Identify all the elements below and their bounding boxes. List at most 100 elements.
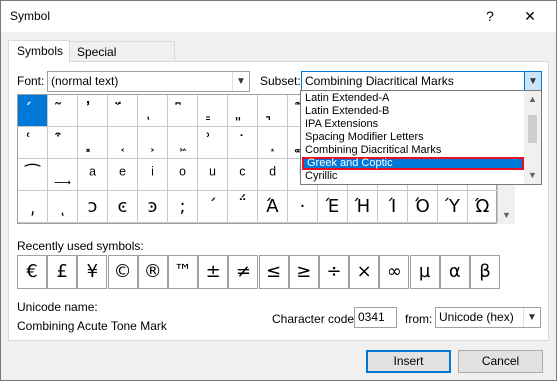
symbol-cell[interactable]: ͖ (168, 127, 198, 159)
subset-option[interactable]: Cyrillic (302, 170, 524, 183)
recently-used-label: Recently used symbols: (17, 239, 144, 253)
symbol-cell[interactable]: ͉ (258, 95, 288, 127)
scroll-up-icon[interactable]: ▲ (524, 91, 541, 108)
from-label: from: (405, 312, 433, 326)
symbol-cell[interactable]: ͔ (108, 127, 138, 159)
symbol-cell[interactable]: ͂ (48, 95, 78, 127)
symbol-cell[interactable]: ͻ (78, 191, 108, 223)
subset-option[interactable]: Spacing Modifier Letters (302, 131, 524, 144)
font-label: Font: (17, 74, 45, 88)
symbol-cell[interactable]: Ώ (468, 191, 498, 223)
character-code-label: Character code: (272, 312, 358, 326)
subset-option[interactable]: Greek and Coptic (302, 157, 524, 170)
chevron-down-icon[interactable]: ▼ (232, 72, 249, 91)
recent-symbol[interactable]: € (17, 255, 47, 289)
symbol-cell[interactable]: ͑ (18, 127, 48, 159)
recent-symbol[interactable]: ± (198, 255, 229, 289)
tab-strip: Symbols Special Characters (8, 40, 548, 79)
symbol-cell[interactable]: ͙ (258, 127, 288, 159)
subset-select-value: Combining Diacritical Marks (305, 74, 454, 88)
subset-option[interactable]: IPA Extensions (302, 118, 524, 131)
font-select[interactable]: (normal text) ▼ (47, 71, 250, 92)
window-title: Symbol (10, 9, 51, 23)
title-bar: Symbol ? ✕ (1, 1, 556, 32)
symbol-cell[interactable]: ͣ (78, 159, 108, 191)
symbol-cell[interactable]: Ύ (438, 191, 468, 223)
scroll-down-icon[interactable]: ▼ (498, 207, 515, 224)
subset-dropdown-list: ▲ ▼ Latin Extended-A Latin Extended-B IPA … (300, 90, 542, 185)
symbol-cell[interactable]: ͅ (138, 95, 168, 127)
subset-dropdown-scrollbar[interactable]: ▲ ▼ (524, 91, 541, 184)
recently-used-symbols: € £ ¥ © ® ™ ± ≠ ≤ ≥ ÷ × ∞ µ α β (17, 255, 501, 289)
symbol-dialog: Symbol ? ✕ Symbols Special Characters Fo… (0, 0, 557, 381)
symbol-cell[interactable]: ́ (18, 95, 48, 127)
symbol-cell[interactable]: ͒ (48, 127, 78, 159)
symbol-cell[interactable]: Ί (378, 191, 408, 223)
scrollbar-thumb[interactable] (528, 115, 537, 143)
symbol-cell[interactable]: ̓ (78, 95, 108, 127)
symbol-cell[interactable]: ͼ (108, 191, 138, 223)
symbol-cell[interactable]: ͦ (168, 159, 198, 191)
recent-symbol[interactable]: ÷ (319, 255, 349, 289)
symbol-cell[interactable]: ͺ (48, 191, 78, 223)
symbol-cell[interactable]: ; (168, 191, 198, 223)
chevron-down-icon[interactable]: ▼ (523, 308, 540, 327)
symbol-cell[interactable]: ͓ (78, 127, 108, 159)
subset-label: Subset: (260, 74, 301, 88)
recent-symbol[interactable]: β (470, 255, 500, 289)
recent-symbol[interactable]: ≤ (258, 255, 289, 289)
symbol-cell[interactable]: ͇ (198, 95, 228, 127)
symbol-cell[interactable]: ͗ (198, 127, 228, 159)
subset-option[interactable]: Latin Extended-B (302, 105, 524, 118)
recent-symbol[interactable]: ≠ (228, 255, 259, 289)
symbol-cell[interactable]: ͩ (258, 159, 288, 191)
subset-option[interactable]: Combining Diacritical Marks (302, 144, 524, 157)
character-code-input[interactable]: 0341 (354, 307, 397, 328)
subset-option[interactable]: Latin Extended-A (302, 92, 524, 105)
symbol-cell[interactable]: · (288, 191, 318, 223)
recent-symbol[interactable]: ≥ (288, 255, 319, 289)
recent-symbol[interactable]: © (107, 255, 138, 289)
symbol-cell[interactable]: ͡ (18, 159, 48, 191)
cancel-button[interactable]: Cancel (458, 350, 543, 373)
symbol-cell[interactable]: ͢ (48, 159, 78, 191)
symbol-cell[interactable]: ͵ (18, 191, 48, 223)
symbol-cell[interactable]: Ά (258, 191, 288, 223)
symbol-cell[interactable]: ͆ (168, 95, 198, 127)
recent-symbol[interactable]: ™ (168, 255, 198, 289)
symbol-cell[interactable]: ͘ (228, 127, 258, 159)
recent-symbol[interactable]: £ (47, 255, 78, 289)
symbol-cell[interactable]: ͥ (138, 159, 168, 191)
symbol-cell[interactable]: Ή (348, 191, 378, 223)
symbol-cell[interactable]: Ό (408, 191, 438, 223)
from-select[interactable]: Unicode (hex) ▼ (435, 307, 541, 328)
symbol-cell[interactable]: ΅ (228, 191, 258, 223)
tab-symbols[interactable]: Symbols (8, 40, 70, 63)
recent-symbol[interactable]: ® (137, 255, 168, 289)
recent-symbol[interactable]: α (439, 255, 470, 289)
symbol-cell[interactable]: ͕ (138, 127, 168, 159)
symbol-cell[interactable]: Έ (318, 191, 348, 223)
symbol-cell[interactable]: ͽ (138, 191, 168, 223)
recent-symbol[interactable]: × (349, 255, 380, 289)
from-select-value: Unicode (hex) (439, 310, 514, 324)
insert-button[interactable]: Insert (366, 350, 451, 373)
tab-symbols-label: Symbols (17, 44, 64, 58)
recent-symbol[interactable]: µ (409, 255, 440, 289)
close-button[interactable]: ✕ (518, 6, 542, 26)
unicode-name-label: Unicode name: (17, 300, 98, 314)
recent-symbol[interactable]: ¥ (77, 255, 108, 289)
tab-special-characters[interactable]: Special Characters (68, 41, 175, 79)
symbol-cell[interactable]: ̈́ (108, 95, 138, 127)
help-button[interactable]: ? (480, 6, 500, 26)
symbol-cell[interactable]: ͧ (198, 159, 228, 191)
scroll-down-icon[interactable]: ▼ (524, 167, 541, 184)
symbol-cell[interactable]: ͨ (228, 159, 258, 191)
symbol-cell[interactable]: ͤ (108, 159, 138, 191)
recent-symbol[interactable]: ∞ (379, 255, 410, 289)
symbol-cell[interactable]: ΄ (198, 191, 228, 223)
symbol-cell[interactable]: ͈ (228, 95, 258, 127)
subset-select[interactable]: Combining Diacritical Marks ▼ (301, 71, 542, 92)
chevron-down-icon[interactable]: ▼ (524, 72, 541, 91)
unicode-name-value: Combining Acute Tone Mark (17, 319, 167, 333)
